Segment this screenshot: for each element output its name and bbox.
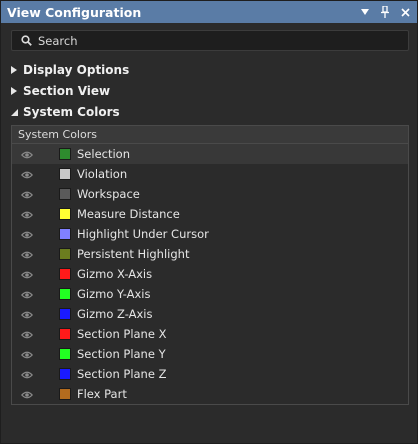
color-swatch[interactable] [59, 148, 71, 160]
close-icon[interactable] [397, 4, 413, 20]
section-section-view[interactable]: Section View [9, 82, 110, 100]
pin-icon[interactable] [377, 4, 393, 20]
color-name: Selection [77, 147, 130, 161]
color-swatch[interactable] [59, 308, 71, 320]
color-swatch[interactable] [59, 348, 71, 360]
expand-arrow-icon [9, 66, 19, 74]
section-system-colors[interactable]: System Colors [9, 103, 120, 121]
system-color-row[interactable]: Gizmo Z-Axis [12, 304, 408, 324]
section-label: Section View [23, 84, 111, 98]
section-label: System Colors [23, 105, 120, 119]
section-display-options[interactable]: Display Options [9, 61, 129, 79]
visibility-eye-icon[interactable] [20, 349, 34, 359]
color-name: Gizmo Y-Axis [77, 287, 151, 301]
pin-dropdown-icon[interactable] [357, 4, 373, 20]
system-color-row[interactable]: Measure Distance [12, 204, 408, 224]
color-name: Measure Distance [77, 207, 180, 221]
color-swatch[interactable] [59, 228, 71, 240]
system-color-row[interactable]: Selection [12, 144, 408, 164]
color-name: Flex Part [77, 387, 127, 401]
view-configuration-panel: View Configuration Search Display Option… [0, 0, 418, 444]
search-input[interactable]: Search [11, 30, 409, 51]
visibility-eye-icon[interactable] [20, 249, 34, 259]
panel-titlebar: View Configuration [1, 1, 417, 23]
visibility-eye-icon[interactable] [20, 209, 34, 219]
visibility-eye-icon[interactable] [20, 309, 34, 319]
visibility-eye-icon[interactable] [20, 329, 34, 339]
system-color-row[interactable]: Section Plane X [12, 324, 408, 344]
visibility-eye-icon[interactable] [20, 389, 34, 399]
color-name: Gizmo X-Axis [77, 267, 153, 281]
visibility-eye-icon[interactable] [20, 169, 34, 179]
color-name: Section Plane Y [77, 347, 166, 361]
color-name: Section Plane X [77, 327, 167, 341]
visibility-eye-icon[interactable] [20, 229, 34, 239]
color-swatch[interactable] [59, 188, 71, 200]
system-color-row[interactable]: Violation [12, 164, 408, 184]
system-color-row[interactable]: Flex Part [12, 384, 408, 404]
collapse-arrow-icon [9, 108, 19, 116]
color-swatch[interactable] [59, 208, 71, 220]
visibility-eye-icon[interactable] [20, 369, 34, 379]
color-name: Section Plane Z [77, 367, 167, 381]
system-color-row[interactable]: Workspace [12, 184, 408, 204]
color-swatch[interactable] [59, 288, 71, 300]
color-swatch[interactable] [59, 368, 71, 380]
system-colors-rows: Selection Violation Workspace Measure Dista… [12, 144, 408, 404]
system-color-row[interactable]: Gizmo X-Axis [12, 264, 408, 284]
system-color-row[interactable]: Persistent Highlight [12, 244, 408, 264]
color-swatch[interactable] [59, 248, 71, 260]
expand-arrow-icon [9, 87, 19, 95]
section-label: Display Options [23, 63, 130, 77]
visibility-eye-icon[interactable] [20, 189, 34, 199]
color-swatch[interactable] [59, 328, 71, 340]
system-color-row[interactable]: Gizmo Y-Axis [12, 284, 408, 304]
system-colors-header: System Colors [12, 126, 408, 144]
color-name: Persistent Highlight [77, 247, 190, 261]
panel-title: View Configuration [7, 4, 142, 20]
system-color-row[interactable]: Section Plane Z [12, 364, 408, 384]
color-name: Highlight Under Cursor [77, 227, 209, 241]
color-name: Workspace [77, 187, 140, 201]
system-color-row[interactable]: Highlight Under Cursor [12, 224, 408, 244]
search-icon [16, 35, 36, 46]
system-colors-list: System Colors Selection Violation Workspac… [11, 125, 409, 405]
visibility-eye-icon[interactable] [20, 269, 34, 279]
color-name: Violation [77, 167, 128, 181]
color-swatch[interactable] [59, 268, 71, 280]
system-color-row[interactable]: Section Plane Y [12, 344, 408, 364]
visibility-eye-icon[interactable] [20, 289, 34, 299]
color-name: Gizmo Z-Axis [77, 307, 153, 321]
visibility-eye-icon[interactable] [20, 149, 34, 159]
color-swatch[interactable] [59, 168, 71, 180]
color-swatch[interactable] [59, 388, 71, 400]
search-placeholder: Search [38, 33, 78, 48]
